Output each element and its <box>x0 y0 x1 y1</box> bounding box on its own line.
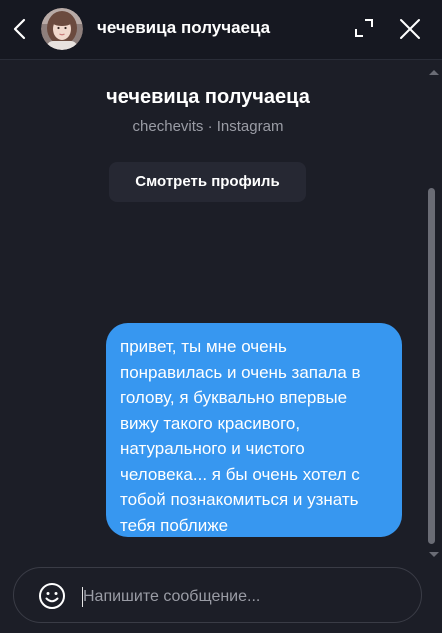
message-line: тебя поближе <box>120 515 229 535</box>
profile-username: chechevits · Instagram <box>132 118 284 135</box>
expand-button[interactable] <box>352 16 376 40</box>
chevron-left-icon <box>13 18 26 40</box>
avatar[interactable] <box>41 8 83 50</box>
scroll-down-arrow-icon[interactable] <box>429 552 439 557</box>
message-line: понравилась и очень запала в <box>120 362 361 382</box>
message-line: тобой познакомиться и узнать <box>120 490 359 509</box>
profile-name: чечевица получаеца <box>106 86 310 108</box>
close-icon <box>400 19 420 39</box>
view-profile-button[interactable]: Смотреть профиль <box>109 162 306 202</box>
smiley-icon <box>39 583 65 609</box>
chat-header: чечевица получаеца <box>0 0 442 60</box>
message-line: вижу такого красивого, <box>120 413 301 433</box>
emoji-button[interactable] <box>37 581 67 611</box>
message-line: человека... я бы очень хотел с <box>120 464 360 484</box>
header-contact-name[interactable]: чечевица получаеца <box>97 18 270 38</box>
message-line: голову, я буквально впервые <box>120 388 348 407</box>
scrollbar-thumb[interactable] <box>428 188 435 544</box>
back-button[interactable] <box>8 14 32 44</box>
message-input[interactable] <box>83 584 403 610</box>
close-button[interactable] <box>397 16 423 42</box>
message-line: натурального и чистого <box>120 439 305 458</box>
avatar-image <box>41 8 83 50</box>
expand-icon <box>355 19 373 37</box>
message-bubble-outgoing[interactable]: привет, ты мне очень понравилась и очень… <box>106 323 402 537</box>
chat-window: чечевица получаеца чечевица получаеца ch… <box>0 0 442 633</box>
message-line: привет, ты мне очень <box>120 337 287 356</box>
scroll-up-arrow-icon[interactable] <box>429 70 439 75</box>
